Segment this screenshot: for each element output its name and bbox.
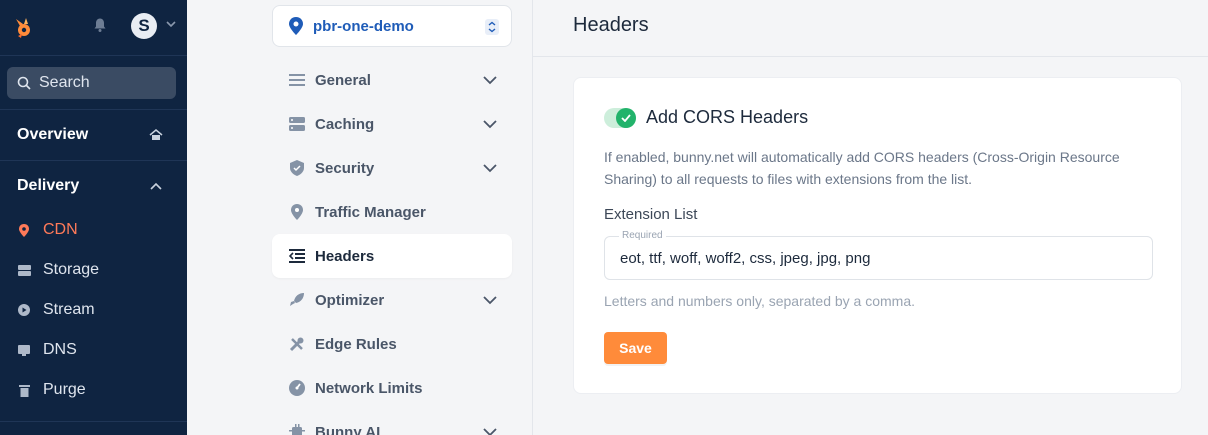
chevron-up-icon[interactable] bbox=[149, 180, 163, 194]
chip-icon bbox=[288, 423, 306, 435]
nav-item-general[interactable]: General bbox=[272, 58, 512, 102]
main-sidebar: S Search Overview Delivery CDN Storage S… bbox=[0, 0, 187, 435]
sidebar-divider bbox=[0, 160, 187, 161]
sidebar-item-label: Purge bbox=[43, 381, 86, 398]
header-divider bbox=[533, 56, 1208, 57]
sidebar-divider bbox=[0, 421, 187, 422]
tools-icon bbox=[288, 335, 306, 353]
cors-toggle[interactable] bbox=[604, 108, 636, 128]
nav-item-optimizer[interactable]: Optimizer bbox=[272, 278, 512, 322]
sidebar-divider bbox=[0, 109, 187, 110]
chevron-down-icon[interactable] bbox=[482, 293, 498, 307]
required-label: Required bbox=[619, 230, 666, 241]
page-title: Headers bbox=[573, 14, 649, 36]
search-placeholder: Search bbox=[39, 74, 90, 91]
sidebar-item-cdn[interactable]: CDN bbox=[17, 221, 78, 239]
chevron-down-icon[interactable] bbox=[482, 117, 498, 131]
save-button[interactable]: Save bbox=[604, 332, 667, 364]
headers-icon bbox=[288, 247, 306, 265]
extension-hint: Letters and numbers only, separated by a… bbox=[604, 293, 916, 309]
sidebar-item-label: DNS bbox=[43, 341, 77, 358]
updown-chevron-icon bbox=[485, 19, 499, 35]
nav-item-label: Traffic Manager bbox=[315, 203, 426, 221]
zone-name: pbr-one-demo bbox=[313, 17, 414, 35]
trash-icon bbox=[17, 383, 31, 397]
play-icon bbox=[17, 303, 31, 317]
sidebar-item-label: Stream bbox=[43, 301, 95, 318]
gauge-icon bbox=[288, 379, 306, 397]
cors-title: Add CORS Headers bbox=[646, 107, 809, 127]
pin-icon bbox=[17, 223, 31, 237]
nav-item-label: General bbox=[315, 71, 371, 89]
shield-icon bbox=[288, 159, 306, 177]
nav-item-label: Network Limits bbox=[315, 379, 423, 397]
home-icon bbox=[149, 129, 163, 140]
sidebar-item-stream[interactable]: Stream bbox=[17, 301, 95, 319]
cors-headers-card: Add CORS Headers If enabled, bunny.net w… bbox=[573, 77, 1182, 394]
extension-list-input[interactable]: Required eot, ttf, woff, woff2, css, jpe… bbox=[604, 230, 1153, 280]
location-pin-icon bbox=[289, 17, 303, 35]
nav-item-security[interactable]: Security bbox=[272, 146, 512, 190]
sidebar-search-input[interactable]: Search bbox=[7, 67, 176, 99]
nav-item-label: Bunny AI bbox=[315, 423, 381, 435]
nav-item-label: Optimizer bbox=[315, 291, 385, 309]
sidebar-item-purge[interactable]: Purge bbox=[17, 381, 86, 399]
sidebar-item-storage[interactable]: Storage bbox=[17, 261, 99, 279]
notifications-bell-icon[interactable] bbox=[92, 17, 108, 33]
list-icon bbox=[288, 71, 306, 89]
nav-item-label: Edge Rules bbox=[315, 335, 397, 353]
cors-description: If enabled, bunny.net will automatically… bbox=[604, 149, 1120, 187]
server-icon bbox=[288, 115, 306, 133]
extension-list-value: eot, ttf, woff, woff2, css, jpeg, jpg, p… bbox=[620, 250, 871, 267]
bunny-logo-icon[interactable] bbox=[12, 16, 36, 40]
extension-list-label: Extension List bbox=[604, 206, 698, 223]
nav-item-edge-rules[interactable]: Edge Rules bbox=[272, 322, 512, 366]
search-icon bbox=[17, 76, 31, 90]
chevron-down-icon[interactable] bbox=[482, 425, 498, 435]
sidebar-item-label: CDN bbox=[43, 221, 78, 238]
check-icon bbox=[616, 108, 636, 128]
nav-item-bunny-ai[interactable]: Bunny AI bbox=[272, 410, 512, 435]
zone-settings-panel: pbr-one-demo General Caching Security Tr… bbox=[187, 0, 533, 435]
nav-item-label: Headers bbox=[315, 247, 375, 265]
sidebar-item-label: Storage bbox=[43, 261, 100, 278]
headers-content: Headers Add CORS Headers If enabled, bun… bbox=[533, 0, 1208, 435]
nav-item-network-limits[interactable]: Network Limits bbox=[272, 366, 512, 410]
chevron-down-icon[interactable] bbox=[482, 161, 498, 175]
rocket-icon bbox=[288, 291, 306, 309]
nav-item-traffic-manager[interactable]: Traffic Manager bbox=[272, 190, 512, 234]
sidebar-header: S bbox=[0, 0, 187, 56]
storage-icon bbox=[17, 263, 31, 277]
chevron-down-icon[interactable] bbox=[165, 18, 177, 30]
nav-item-caching[interactable]: Caching bbox=[272, 102, 512, 146]
chevron-down-icon[interactable] bbox=[482, 73, 498, 87]
nav-item-label: Caching bbox=[315, 115, 375, 133]
user-avatar[interactable]: S bbox=[131, 13, 157, 39]
nav-item-label: Security bbox=[315, 159, 375, 177]
sidebar-item-dns[interactable]: DNS bbox=[17, 341, 77, 359]
sidebar-section-overview[interactable]: Overview bbox=[17, 126, 88, 144]
pin-icon bbox=[288, 203, 306, 221]
nav-item-headers[interactable]: Headers bbox=[272, 234, 512, 278]
zone-selector[interactable]: pbr-one-demo bbox=[272, 5, 512, 47]
dns-icon bbox=[17, 343, 31, 357]
sidebar-section-delivery[interactable]: Delivery bbox=[17, 177, 79, 195]
